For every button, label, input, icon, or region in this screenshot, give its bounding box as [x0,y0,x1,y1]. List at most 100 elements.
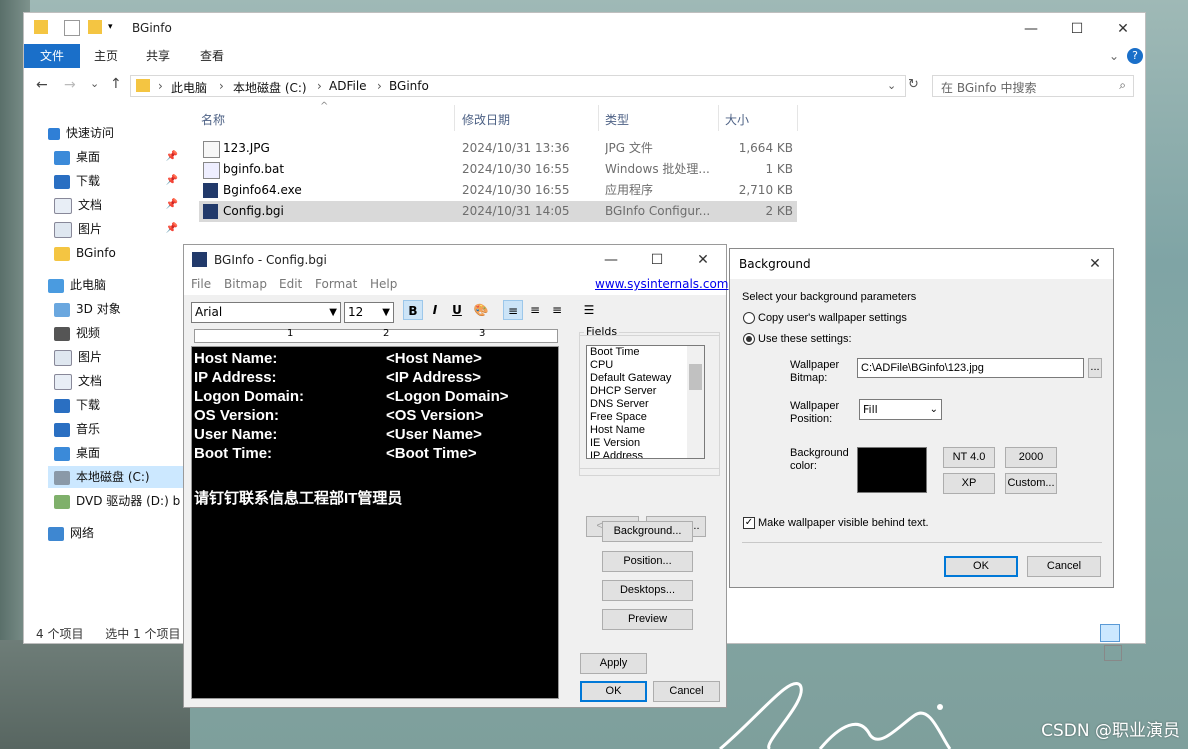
file-row[interactable]: 123.JPG 2024/10/31 13:36 JPG 文件 1,664 KB [199,138,797,159]
close-button[interactable]: ✕ [1077,249,1113,279]
close-button[interactable]: ✕ [680,245,726,275]
text-color-icon[interactable]: 🎨 [471,300,491,320]
underline-button[interactable]: U [447,300,467,320]
preset-xp-button[interactable]: XP [943,473,995,494]
explorer-titlebar: ▾ BGinfo — ☐ ✕ [24,13,1145,44]
bullet-list-icon[interactable]: ☰ [579,300,599,320]
make-visible-checkbox[interactable]: ✓ [743,517,755,529]
new-folder-icon[interactable] [88,20,102,34]
refresh-icon[interactable]: ↻ [908,77,919,92]
menu-bitmap[interactable]: Bitmap [224,277,267,291]
file-row[interactable]: Bginfo64.exe 2024/10/30 16:55 应用程序 2,710… [199,180,797,201]
font-select[interactable]: Arial ▼ [191,302,341,323]
breadcrumb-adfile[interactable]: ADFile [329,79,367,93]
custom-color-button[interactable]: Custom... [1005,473,1057,494]
tab-file[interactable]: 文件 [24,44,80,68]
preset-2000-button[interactable]: 2000 [1005,447,1057,468]
expand-ribbon-icon[interactable]: ⌄ [1104,44,1124,68]
ok-button[interactable]: OK [944,556,1018,577]
font-size-select[interactable]: 12 ▼ [344,302,394,323]
cancel-button[interactable]: Cancel [1027,556,1101,577]
search-input[interactable]: 在 BGinfo 中搜索 ⌕ [932,75,1134,97]
up-icon[interactable]: ↑ [110,76,122,92]
copy-wallpaper-label: Copy user's wallpaper settings [758,312,907,324]
nav-item-desktop-pinned[interactable]: 桌面 📌 [54,146,178,168]
bold-button[interactable]: B [403,300,423,320]
copy-wallpaper-radio[interactable] [743,312,755,324]
position-button[interactable]: Position... [602,551,693,572]
maximize-button[interactable]: ☐ [1054,13,1100,44]
file-size: 1,664 KB [738,141,793,155]
nav-item-music[interactable]: 音乐 [54,418,178,440]
breadcrumb-c-drive[interactable]: 本地磁盘 (C:) [233,79,307,96]
column-header-date[interactable]: 修改日期 [462,108,510,132]
breadcrumb-bginfo[interactable]: BGinfo [389,79,429,93]
address-bar[interactable]: › 此电脑 › 本地磁盘 (C:) › ADFile › BGinfo ⌄ [130,75,906,97]
preset-nt4-button[interactable]: NT 4.0 [943,447,995,468]
file-row-selected[interactable]: Config.bgi 2024/10/31 14:05 BGInfo Confi… [199,201,797,222]
recent-locations-icon[interactable]: ⌄ [90,77,99,90]
drive-icon [54,470,70,485]
column-header-size[interactable]: 大小 [725,108,749,132]
browse-button[interactable]: ... [1088,358,1102,378]
desktops-button[interactable]: Desktops... [602,580,693,601]
cancel-button[interactable]: Cancel [653,681,720,702]
nav-item-bginfo[interactable]: BGinfo [54,242,178,264]
properties-icon[interactable] [64,20,80,36]
minimize-button[interactable]: — [1008,13,1054,44]
nav-item-pictures[interactable]: 图片 [54,346,178,368]
preview-button[interactable]: Preview [602,609,693,630]
item-count: 4 个项目 [36,627,84,641]
nav-item-documents-pinned[interactable]: 文档 📌 [54,194,178,216]
nav-item-dvd-drive[interactable]: DVD 驱动器 (D:) b [54,490,180,512]
nav-item-3d-objects[interactable]: 3D 对象 [54,298,178,320]
align-right-icon[interactable]: ≡ [547,300,567,320]
background-color-swatch[interactable] [857,447,927,493]
menu-edit[interactable]: Edit [279,277,302,291]
align-center-icon[interactable]: ≡ [525,300,545,320]
nav-item-videos[interactable]: 视频 [54,322,178,344]
nav-item-downloads-pinned[interactable]: 下载 📌 [54,170,178,192]
menu-format[interactable]: Format [315,277,357,291]
close-button[interactable]: ✕ [1100,13,1146,44]
use-settings-radio[interactable] [743,333,755,345]
tab-home[interactable]: 主页 [84,44,128,68]
tab-share[interactable]: 共享 [136,44,180,68]
nav-item-pictures-pinned[interactable]: 图片 📌 [54,218,178,240]
align-left-icon[interactable]: ≡ [503,300,523,320]
menu-file[interactable]: File [191,277,211,291]
minimize-button[interactable]: — [588,245,634,275]
batch-file-icon [203,162,220,179]
customize-toolbar-chevron-icon[interactable]: ▾ [108,20,116,34]
maximize-button[interactable]: ☐ [634,245,680,275]
file-name: Config.bgi [223,204,284,218]
nav-item-network[interactable]: 网络 [48,522,178,544]
ok-button[interactable]: OK [580,681,647,702]
background-button[interactable]: Background... [602,521,693,542]
breadcrumb-this-pc[interactable]: 此电脑 [171,79,207,96]
wallpaper-bitmap-field[interactable]: C:\ADFile\BGinfo\123.jpg [857,358,1084,378]
wallpaper-position-select[interactable]: Fill ⌄ [859,399,942,420]
info-editor[interactable]: Host Name: <Host Name> IP Address: <IP Add… [191,346,559,699]
wallpaper-bitmap-label: Wallpaper [790,359,840,371]
column-header-name[interactable]: 名称 [201,108,225,132]
apply-button[interactable]: Apply [580,653,647,674]
nav-item-downloads[interactable]: 下载 [54,394,178,416]
file-row[interactable]: bginfo.bat 2024/10/30 16:55 Windows 批处理.… [199,159,797,180]
large-icons-view-icon[interactable] [1104,645,1122,661]
sysinternals-link[interactable]: www.sysinternals.com [595,277,729,291]
tab-view[interactable]: 查看 [190,44,234,68]
details-view-icon[interactable] [1100,624,1120,642]
nav-item-quick-access[interactable]: 快速访问 [48,122,208,144]
back-icon[interactable]: ← [36,77,48,93]
address-dropdown-icon[interactable]: ⌄ [887,79,896,92]
menu-help[interactable]: Help [370,277,397,291]
nav-item-documents[interactable]: 文档 [54,370,178,392]
dialog-heading: Select your background parameters [742,291,917,303]
forward-icon[interactable]: → [64,77,76,93]
nav-item-c-drive[interactable]: 本地磁盘 (C:) [48,466,186,488]
italic-button[interactable]: I [425,300,445,320]
help-icon[interactable]: ? [1127,48,1143,64]
column-header-type[interactable]: 类型 [605,108,629,132]
nav-item-desktop[interactable]: 桌面 [54,442,178,464]
